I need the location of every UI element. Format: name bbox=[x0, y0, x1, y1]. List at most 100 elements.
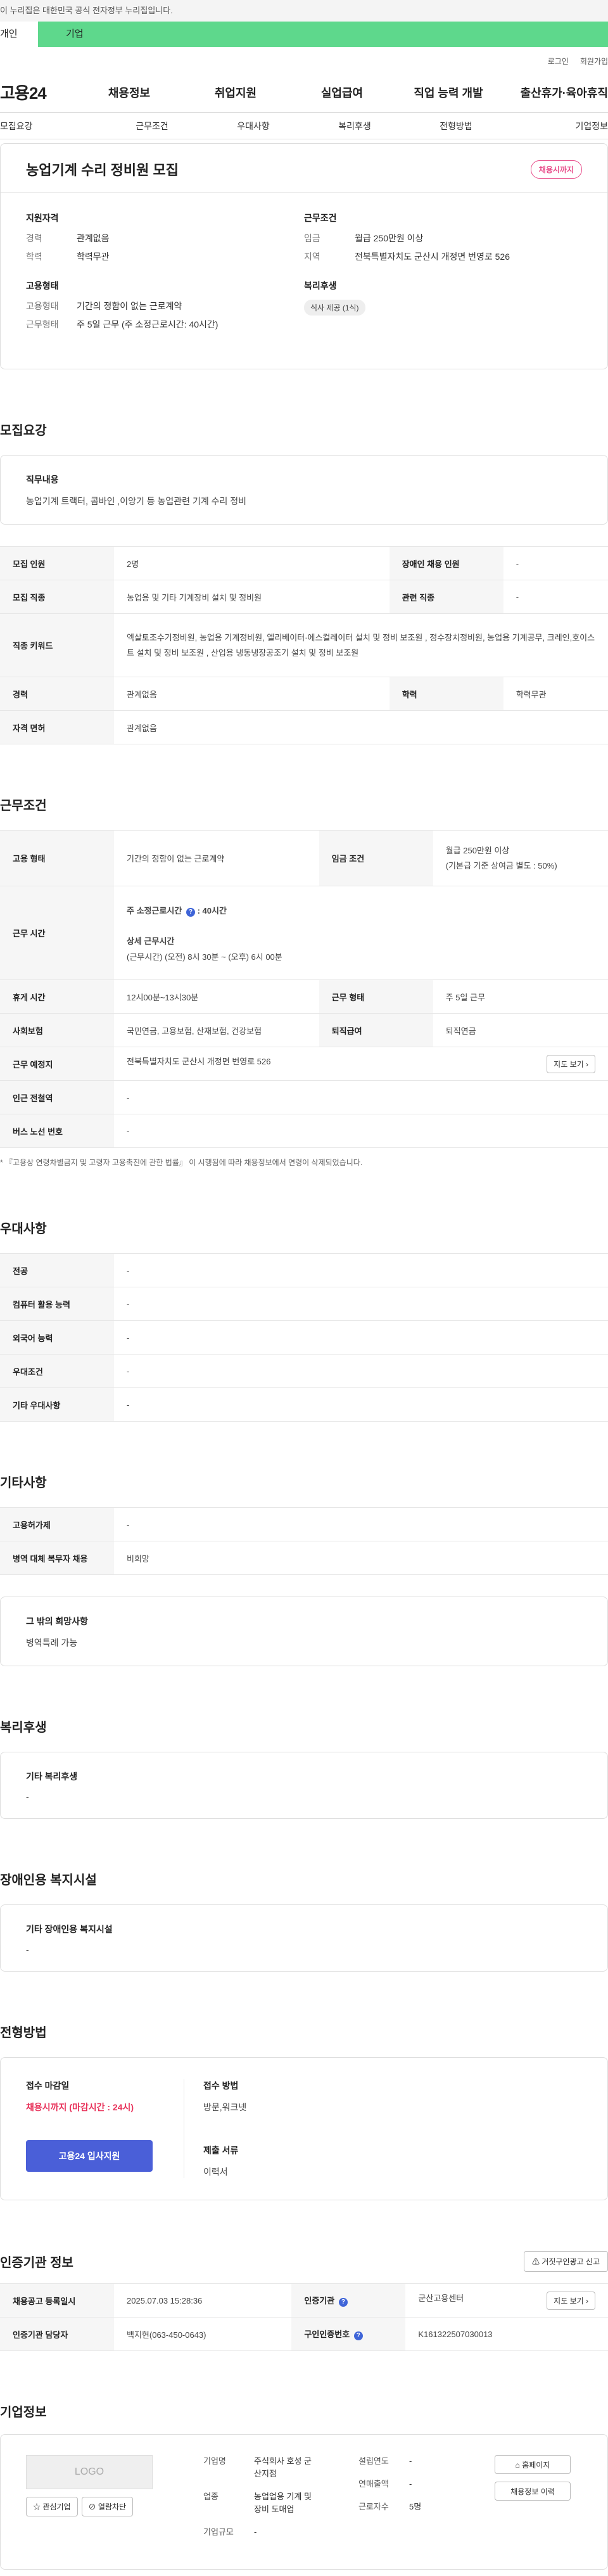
snb-item-company[interactable]: 기업정보 bbox=[507, 120, 608, 132]
cert-number-label: 구인인증번호 bbox=[304, 2330, 350, 2339]
login-link[interactable]: 로그인 bbox=[548, 56, 569, 72]
info-icon[interactable]: ? bbox=[186, 907, 195, 917]
table-label: 채용공고 등록일시 bbox=[0, 2283, 114, 2318]
cert-map-button[interactable]: 지도 보기 › bbox=[547, 2291, 595, 2310]
snb-item-recruit[interactable]: 모집요강 bbox=[0, 120, 101, 132]
report-button[interactable]: ⚠ 거짓구인광고 신고 bbox=[523, 2251, 608, 2272]
map-button[interactable]: 지도 보기 › bbox=[547, 1054, 595, 1073]
home-icon: ⌂ bbox=[515, 2461, 520, 2470]
cert-map-button-label: 지도 보기 bbox=[554, 2296, 584, 2305]
table-row: 사회보험 국민연금, 고용보험, 산재보험, 건강보험 퇴직급여 퇴직연금 bbox=[0, 1013, 608, 1047]
table-label: 기타 우대사항 bbox=[0, 1387, 114, 1422]
deadline-text: 채용시까지 (마감시간 : 24시) bbox=[26, 2102, 134, 2112]
company-field-value: 5명 bbox=[409, 2502, 422, 2511]
info-icon[interactable]: ? bbox=[338, 2298, 348, 2307]
chevron-right-icon: › bbox=[586, 1059, 588, 1069]
map-button-label: 지도 보기 bbox=[554, 1059, 584, 1069]
workplace-address: 전북특별자치도 군산시 개정면 번영로 526 bbox=[127, 1056, 271, 1066]
table-label: 사회보험 bbox=[0, 1013, 114, 1047]
block-label: 열람차단 bbox=[98, 2503, 127, 2511]
table-label: 모집 인원 bbox=[0, 546, 114, 580]
other-wishes-box: 그 밖의 희망사항 병역특례 가능 bbox=[0, 1597, 608, 1666]
table-value: 백지현(063-450-0643) bbox=[114, 2317, 292, 2351]
tab-personal[interactable]: 개인 bbox=[0, 22, 38, 47]
snb-item-pref[interactable]: 우대사항 bbox=[203, 120, 304, 132]
gnb-item-skills[interactable]: 직업 능력 개발 bbox=[395, 84, 502, 101]
company-field-label: 근로자수 bbox=[358, 2502, 389, 2511]
table-label: 휴게 시간 bbox=[0, 979, 114, 1014]
other-wishes-text: 병역특례 가능 bbox=[26, 1638, 78, 1648]
company-field-label: 기업명 bbox=[203, 2456, 226, 2466]
work-table: 고용 형태 기간의 정함이 없는 근로계약 임금 조건 월급 250만원 이상 … bbox=[0, 830, 608, 1148]
emp-label: 근무형태 bbox=[26, 319, 59, 329]
qual-value: 관계없음 bbox=[77, 233, 110, 243]
table-label: 외국어 능력 bbox=[0, 1320, 114, 1355]
welfare-chip: 식사 제공 (1식) bbox=[304, 300, 365, 316]
snb-item-benefit[interactable]: 복리후생 bbox=[304, 120, 405, 132]
gov-banner-text: 이 누리집은 대한민국 공식 전자정부 누리집입니다. bbox=[0, 6, 173, 15]
gnb-item-leave[interactable]: 출산휴가·육아휴직 bbox=[502, 84, 608, 101]
table-value: 기간의 정함이 없는 근로계약 bbox=[114, 830, 319, 886]
company-field-label: 연매출액 bbox=[358, 2479, 389, 2489]
job-summary-header: 농업기계 수리 정비원 모집 채용시까지 bbox=[1, 144, 607, 193]
snb-item-work[interactable]: 근무조건 bbox=[101, 120, 203, 132]
homepage-button[interactable]: ⌂ 홈페이지 bbox=[495, 2455, 571, 2474]
snb-item-screening[interactable]: 전형방법 bbox=[405, 120, 507, 132]
benefit-text: - bbox=[26, 1792, 29, 1802]
job-history-button[interactable]: 채용정보 이력 bbox=[495, 2482, 571, 2501]
cond-value: 전북특별자치도 군산시 개정면 번영로 526 bbox=[355, 252, 510, 262]
block-view-button[interactable]: ⊘ 열람차단 bbox=[81, 2497, 134, 2516]
section-nav: 모집요강 근무조건 우대사항 복리후생 전형방법 기업정보 bbox=[0, 113, 608, 139]
detail-hours-label: 상세 근무시간 bbox=[127, 936, 175, 946]
gnb-item-jobs[interactable]: 채용정보 bbox=[76, 84, 182, 101]
etc-section-title: 기타사항 bbox=[0, 1476, 47, 1490]
signup-link[interactable]: 회원가입 bbox=[580, 56, 608, 72]
wage-bonus-line: (기본급 기준 상여금 별도 : 50%) bbox=[445, 860, 557, 870]
table-value: 학력무관 bbox=[503, 677, 608, 711]
gnb-item-unemployment-benefit[interactable]: 실업급여 bbox=[289, 84, 395, 101]
table-row: 고용 형태 기간의 정함이 없는 근로계약 임금 조건 월급 250만원 이상 … bbox=[0, 830, 608, 886]
site-logo[interactable]: 고용24 bbox=[0, 80, 76, 104]
company-section-title: 기업정보 bbox=[0, 2406, 47, 2420]
qual-label: 경력 bbox=[26, 233, 42, 243]
apply-button[interactable]: 고용24 입사지원 bbox=[26, 2140, 153, 2172]
table-row: 근무 예정지 전북특별자치도 군산시 개정면 번영로 526 지도 보기 › bbox=[0, 1047, 608, 1081]
qual-heading: 지원자격 bbox=[26, 213, 59, 223]
table-value: - bbox=[114, 1080, 608, 1114]
table-label: 우대조건 bbox=[0, 1354, 114, 1388]
table-row: 우대조건 - bbox=[0, 1354, 608, 1388]
table-label: 컴퓨터 활용 능력 bbox=[0, 1287, 114, 1321]
cert-section-title: 인증기관 정보 bbox=[0, 2256, 73, 2270]
table-label: 고용 형태 bbox=[0, 830, 114, 886]
info-icon[interactable]: ? bbox=[353, 2331, 363, 2340]
table-row: 기타 우대사항 - bbox=[0, 1387, 608, 1422]
gnb-item-employment-support[interactable]: 취업지원 bbox=[182, 84, 289, 101]
table-label: 학력 bbox=[389, 677, 504, 711]
etc-table: 고용허가제 - 병역 대체 복무자 채용 비희망 bbox=[0, 1507, 608, 1575]
company-field-label: 설립연도 bbox=[358, 2456, 389, 2466]
table-label: 퇴직급여 bbox=[319, 1013, 433, 1047]
pref-section-title: 우대사항 bbox=[0, 1222, 47, 1236]
table-row: 모집 인원 2명 장애인 채용 인원 - bbox=[0, 546, 608, 580]
interest-company-button[interactable]: ☆ 관심기업 bbox=[26, 2497, 78, 2516]
benefit-heading: 기타 복리후생 bbox=[26, 1771, 78, 1782]
disabled-text: - bbox=[26, 1944, 29, 1954]
cert-agency-label: 인증기관 bbox=[304, 2296, 335, 2305]
user-type-tabs: 개인 기업 bbox=[0, 22, 608, 47]
work-section-title: 근무조건 bbox=[0, 799, 47, 813]
recruit-section-title: 모집요강 bbox=[0, 424, 47, 438]
table-label: 근무 형태 bbox=[319, 979, 433, 1014]
table-value: - bbox=[503, 580, 608, 614]
tab-corporate[interactable]: 기업 bbox=[38, 22, 608, 47]
table-row: 컴퓨터 활용 능력 - bbox=[0, 1287, 608, 1321]
table-label: 근무 예정지 bbox=[0, 1047, 114, 1081]
table-label: 병역 대체 복무자 채용 bbox=[0, 1541, 114, 1575]
table-value: 월급 250만원 이상 (기본급 기준 상여금 별도 : 50%) bbox=[433, 830, 608, 886]
benefit-box: 기타 복리후생 - bbox=[0, 1752, 608, 1819]
duty-heading: 직무내용 bbox=[26, 475, 59, 485]
company-field-value: 주식회사 호성 군산지점 bbox=[254, 2456, 312, 2478]
table-label: 경력 bbox=[0, 677, 114, 711]
table-row: 근무 시간 주 소정근로시간 ? : 40시간 상세 근무시간 (근무시간) (… bbox=[0, 886, 608, 980]
homepage-label: 홈페이지 bbox=[522, 2461, 550, 2470]
gov-banner: 이 누리집은 대한민국 공식 전자정부 누리집입니다. bbox=[0, 0, 608, 22]
